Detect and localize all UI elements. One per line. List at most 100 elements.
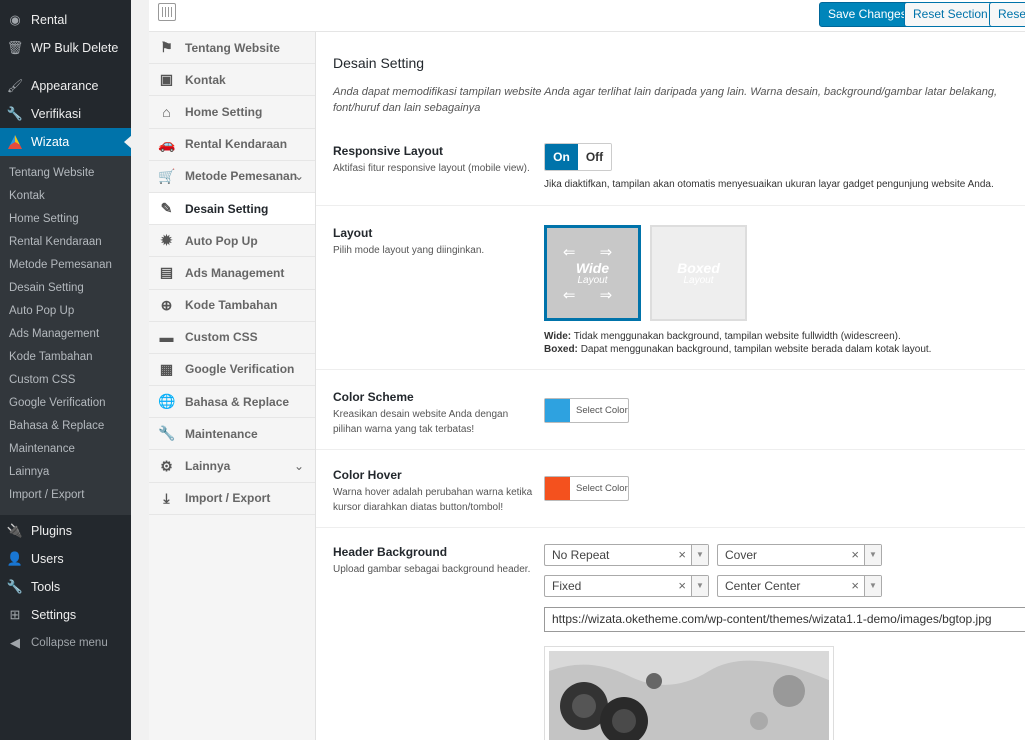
background-repeat-select[interactable]: No Repeat × ▼ (544, 544, 709, 566)
toggle-on[interactable]: On (545, 144, 578, 170)
chevron-down-icon[interactable]: ▼ (864, 576, 881, 596)
color-scheme-picker[interactable]: Select Color (544, 398, 629, 423)
menu-rental[interactable]: ◉ Rental (0, 6, 131, 34)
burst-icon: ✹ (160, 232, 173, 249)
css-icon: ▬ (159, 329, 174, 346)
background-position-select[interactable]: Center Center × ▼ (717, 575, 882, 597)
nav-maintenance[interactable]: 🔧 Maintenance (149, 418, 315, 451)
section-description: Anda dapat memodifikasi tampilan website… (333, 86, 998, 114)
save-changes-button[interactable]: Save Changes (819, 2, 916, 27)
wrench-icon: 🔧 (6, 579, 24, 594)
menu-label: Plugins (31, 524, 72, 538)
submenu-item[interactable]: Maintenance (0, 438, 131, 461)
magic-wand-icon: ✎ (160, 200, 173, 217)
nav-desain-setting[interactable]: ✎ Desain Setting (149, 192, 315, 226)
panel-menu-icon[interactable] (158, 3, 176, 21)
user-icon: 👤 (6, 551, 24, 566)
menu-wizata[interactable]: Wizata (0, 128, 132, 156)
plug-icon: 🔌 (6, 523, 24, 538)
menu-wp-bulk-delete[interactable]: 🗑 WP Bulk Delete (0, 34, 131, 62)
layout-note-wide: Wide: Tidak menggunakan background, tamp… (544, 330, 901, 343)
submenu-item[interactable]: Tentang Website (0, 162, 131, 185)
download-icon: ⤓ (163, 489, 170, 506)
menu-plugins[interactable]: 🔌 Plugins (0, 517, 131, 545)
menu-label: Rental (31, 13, 68, 27)
menu-verifikasi[interactable]: 🔧 Verifikasi (0, 100, 131, 128)
color-hover-picker[interactable]: Select Color (544, 476, 629, 501)
wizata-logo-icon (8, 135, 22, 149)
nav-bahasa-replace[interactable]: 🌐 Bahasa & Replace (149, 386, 315, 419)
globe-icon: 🌐 (158, 393, 176, 410)
reset-button[interactable]: Reset (989, 2, 1025, 27)
chevron-down-icon[interactable]: ▼ (691, 576, 708, 596)
header-background-label: Header Background (333, 545, 448, 559)
nav-google-verification[interactable]: ▦ Google Verification (149, 354, 315, 387)
menu-appearance[interactable]: 🖌 Appearance (0, 72, 131, 100)
background-url-input[interactable]: https://wizata.oketheme.com/wp-content/t… (544, 607, 1025, 632)
trash-icon: 🗑 (6, 40, 24, 55)
menu-settings[interactable]: ⊞ Settings (0, 601, 131, 629)
nav-metode-pemesanan[interactable]: 🛒 Metode Pemesanan ⌄ (149, 161, 315, 193)
nav-label: Kontak (185, 72, 226, 87)
chevron-down-icon[interactable]: ▼ (691, 545, 708, 565)
menu-label: Verifikasi (31, 107, 82, 121)
submenu-item[interactable]: Custom CSS (0, 369, 131, 392)
qrcode-icon: ▦ (159, 360, 174, 377)
clear-icon[interactable]: × (851, 576, 859, 596)
nav-rental-kendaraan[interactable]: 🚗 Rental Kendaraan (149, 129, 315, 161)
nav-tentang-website[interactable]: ⚑ Tentang Website (149, 32, 315, 65)
nav-kontak[interactable]: ▣ Kontak (149, 64, 315, 97)
background-size-select[interactable]: Cover × ▼ (717, 544, 882, 566)
submenu-item[interactable]: Kontak (0, 185, 131, 208)
toggle-off[interactable]: Off (578, 144, 611, 170)
chevron-down-icon: ⌄ (293, 169, 304, 184)
submenu-item[interactable]: Google Verification (0, 392, 131, 415)
color-swatch (545, 399, 570, 422)
clear-icon[interactable]: × (678, 576, 686, 596)
chevron-down-icon: ⌄ (293, 459, 304, 474)
arrows-icon: ⇐ ⇒ (562, 243, 623, 261)
clear-icon[interactable]: × (678, 545, 686, 565)
circle-icon: ◉ (9, 12, 21, 27)
options-nav: ⚑ Tentang Website ▣ Kontak ⌂ Home Setting 🚗… (149, 32, 316, 740)
responsive-note: Jika diaktifkan, tampilan akan otomatis … (544, 179, 994, 190)
nav-label: Import / Export (185, 491, 271, 506)
nav-ads-management[interactable]: ▤ Ads Management (149, 257, 315, 290)
collapse-menu-button[interactable]: ◀ Collapse menu (0, 629, 131, 657)
clear-icon[interactable]: × (851, 545, 859, 565)
menu-label: Wizata (31, 135, 70, 149)
header-background-row: Header Background Upload gambar sebagai … (316, 528, 1025, 740)
submenu-item[interactable]: Bahasa & Replace (0, 415, 131, 438)
nav-auto-pop-up[interactable]: ✹ Auto Pop Up (149, 225, 315, 258)
options-toolbar: Save Changes Reset Section Reset (149, 0, 1025, 32)
nav-import-export[interactable]: ⤓ Import / Export (149, 483, 315, 515)
nav-custom-css[interactable]: ▬ Custom CSS (149, 322, 315, 354)
submenu-item[interactable]: Import / Export (0, 484, 131, 507)
submenu-item[interactable]: Desain Setting (0, 277, 131, 300)
submenu-item[interactable]: Metode Pemesanan (0, 254, 131, 277)
responsive-toggle[interactable]: On Off (544, 143, 612, 171)
layout-wide-title: Wide (575, 259, 610, 276)
submenu-item[interactable]: Rental Kendaraan (0, 231, 131, 254)
submenu-item[interactable]: Home Setting (0, 208, 131, 231)
submenu-item[interactable]: Auto Pop Up (0, 300, 131, 323)
background-attachment-select[interactable]: Fixed × ▼ (544, 575, 709, 597)
menu-users[interactable]: 👤 Users (0, 545, 131, 573)
menu-label: Tools (31, 580, 61, 594)
nav-lainnya[interactable]: ⚙ Lainnya ⌄ (149, 450, 315, 483)
layout-boxed-sub: Layout (683, 274, 714, 286)
reset-section-button[interactable]: Reset Section (904, 2, 997, 27)
menu-tools[interactable]: 🔧 Tools (0, 573, 131, 601)
layout-boxed-option[interactable]: Boxed Layout (650, 225, 747, 321)
header-background-sub: Upload gambar sebagai background header. (333, 564, 531, 575)
nav-home-setting[interactable]: ⌂ Home Setting (149, 96, 315, 129)
admin-sidebar: ◉ Rental 🗑 WP Bulk Delete 🖌 Appearance 🔧… (0, 0, 132, 740)
nav-kode-tambahan[interactable]: ⊕ Kode Tambahan (149, 290, 315, 322)
nav-label: Auto Pop Up (185, 233, 258, 248)
submenu-item[interactable]: Lainnya (0, 461, 131, 484)
chevron-down-icon[interactable]: ▼ (864, 545, 881, 565)
arrows-icon: ⇐ ⇒ (562, 286, 623, 304)
layout-wide-option[interactable]: ⇐ ⇒ Wide Layout ⇐ ⇒ (544, 225, 641, 321)
submenu-item[interactable]: Kode Tambahan (0, 346, 131, 369)
submenu-item[interactable]: Ads Management (0, 323, 131, 346)
